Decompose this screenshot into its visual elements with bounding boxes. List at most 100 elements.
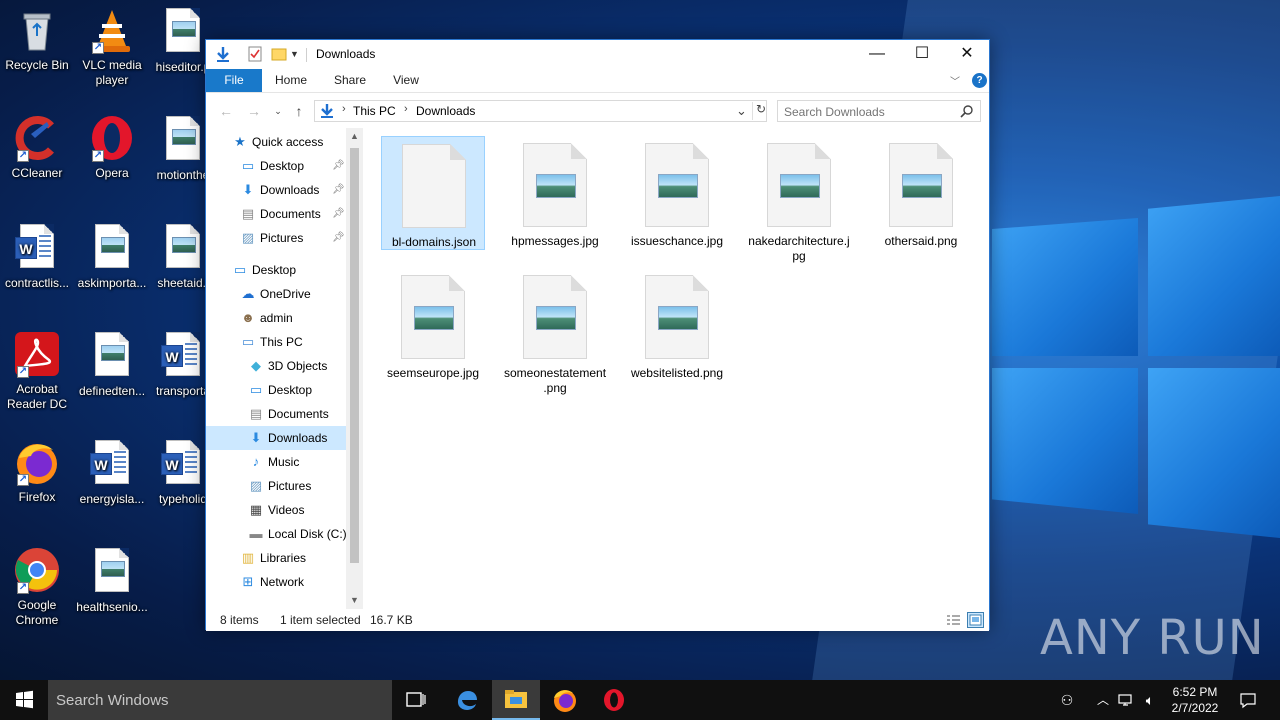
taskbar-opera-icon[interactable] bbox=[590, 680, 638, 720]
file-item[interactable]: bl-domains.json bbox=[381, 136, 485, 250]
search-icon[interactable] bbox=[960, 104, 974, 118]
new-folder-icon[interactable] bbox=[270, 45, 288, 63]
search-box[interactable] bbox=[777, 100, 981, 122]
expand-ribbon-icon[interactable]: ﹀ bbox=[950, 73, 960, 88]
nav-item-libraries[interactable]: ▥ Libraries bbox=[206, 546, 346, 570]
nav-item-local-disk-c[interactable]: ▬ Local Disk (C:) bbox=[206, 522, 347, 546]
3d-objects-icon: ◆ bbox=[251, 358, 261, 373]
pictures-folder-icon: ▨ bbox=[249, 478, 263, 493]
address-dropdown-icon[interactable]: ⌄ bbox=[736, 103, 747, 119]
desktop-icon-label: definedten... bbox=[78, 384, 146, 398]
details-view-button[interactable] bbox=[945, 612, 962, 628]
properties-icon[interactable] bbox=[246, 45, 264, 63]
breadcrumb-this-pc[interactable]: This PC bbox=[353, 104, 396, 118]
desktop-icon-vlc[interactable]: ↗ VLC media player bbox=[75, 6, 149, 88]
up-button[interactable]: ↑ bbox=[289, 101, 309, 121]
title-bar[interactable]: ▼ Downloads — ☐ ✕ bbox=[206, 40, 989, 69]
action-center-icon[interactable] bbox=[1238, 690, 1258, 710]
taskbar-edge-icon[interactable] bbox=[443, 680, 491, 720]
clock-date: 2/7/2022 bbox=[1171, 701, 1219, 715]
desktop-icon-firefox[interactable]: ↗ Firefox bbox=[0, 438, 74, 505]
file-item[interactable]: someonestatement.png bbox=[503, 268, 607, 395]
tab-home[interactable]: Home bbox=[268, 69, 314, 92]
forward-button[interactable]: → bbox=[244, 101, 264, 121]
system-clock[interactable]: 6:52 PM 2/7/2022 bbox=[1166, 684, 1224, 716]
tab-share[interactable]: Share bbox=[326, 69, 374, 92]
scroll-down-arrow-icon[interactable]: ▼ bbox=[346, 592, 363, 609]
close-button[interactable]: ✕ bbox=[944, 40, 990, 69]
show-hidden-icons-chevron-icon[interactable]: ︿ bbox=[1093, 690, 1113, 710]
desktop-icon-energyisla[interactable]: W energyisla... bbox=[75, 438, 149, 507]
navigation-bar: ← → ⌄ ↑ › This PC › Downloads ⌄ ↻ bbox=[206, 93, 989, 128]
nav-item-pictures[interactable]: ▨ Pictures 📌︎ bbox=[206, 226, 346, 250]
nav-item-downloads[interactable]: ⬇ Downloads 📌︎ bbox=[206, 178, 346, 202]
nav-item-admin[interactable]: ☻ admin bbox=[206, 306, 346, 330]
nav-item-this-pc[interactable]: ▭ This PC bbox=[206, 330, 346, 354]
landscape-thumbnail-icon bbox=[902, 174, 942, 198]
nav-item-desktop[interactable]: ▭ Desktop 📌︎ bbox=[206, 154, 346, 178]
vlc-icon: ↗ bbox=[88, 6, 136, 54]
desktop-icon-definedten[interactable]: definedten... bbox=[75, 330, 149, 399]
desktop-icon-acrobat[interactable]: ↗ Acrobat Reader DC bbox=[0, 330, 74, 412]
taskbar-file-explorer-icon[interactable] bbox=[492, 680, 540, 720]
file-item[interactable]: issueschance.jpg bbox=[625, 136, 729, 250]
large-icons-view-button[interactable] bbox=[967, 612, 984, 628]
navigation-scrollbar[interactable]: ▲ ▼ bbox=[346, 128, 363, 609]
nav-item-desktop[interactable]: ▭ Desktop bbox=[206, 258, 346, 282]
maximize-button[interactable]: ☐ bbox=[899, 40, 945, 69]
refresh-icon[interactable]: ↻ bbox=[752, 102, 766, 120]
network-icon: ⊞ bbox=[242, 574, 254, 589]
desktop-icon-label: Opera bbox=[95, 166, 129, 180]
start-button[interactable] bbox=[0, 680, 48, 720]
nav-item-downloads[interactable]: ⬇ Downloads bbox=[206, 426, 346, 450]
nav-item-quick-access[interactable]: ★ Quick access bbox=[206, 130, 346, 154]
shortcut-arrow-icon: ↗ bbox=[92, 42, 104, 54]
desktop-icon-chrome[interactable]: ↗ Google Chrome bbox=[0, 546, 74, 628]
desktop-icon-recycle-bin[interactable]: Recycle Bin bbox=[0, 6, 74, 73]
nav-item-music[interactable]: ♪ Music bbox=[206, 450, 346, 474]
landscape-thumbnail-icon bbox=[658, 174, 698, 198]
breadcrumb-downloads[interactable]: Downloads bbox=[416, 104, 475, 118]
recent-locations-button[interactable]: ⌄ bbox=[268, 101, 288, 121]
volume-icon[interactable]: 🔈︎ bbox=[1140, 690, 1160, 710]
nav-item-pictures[interactable]: ▨ Pictures bbox=[206, 474, 346, 498]
nav-item-network[interactable]: ⊞ Network bbox=[206, 570, 346, 594]
desktop-icon-label: healthsenio... bbox=[76, 600, 148, 614]
watermark: ANY RUN bbox=[1040, 610, 1265, 666]
minimize-button[interactable]: — bbox=[854, 40, 900, 69]
scroll-up-arrow-icon[interactable]: ▲ bbox=[346, 128, 363, 145]
desktop-icon-healthsenio[interactable]: healthsenio... bbox=[75, 546, 149, 615]
desktop-icon-opera[interactable]: ↗ Opera bbox=[75, 114, 149, 181]
file-item[interactable]: websitelisted.png bbox=[625, 268, 729, 382]
tab-file[interactable]: File bbox=[206, 69, 262, 92]
desktop-icon-contractlis[interactable]: W contractlis... bbox=[0, 222, 74, 291]
taskbar-search-placeholder: Search Windows bbox=[56, 692, 169, 709]
nav-item-videos[interactable]: ▦ Videos bbox=[206, 498, 346, 522]
people-icon[interactable]: ⚇ bbox=[1057, 690, 1077, 710]
nav-item-desktop[interactable]: ▭ Desktop bbox=[206, 378, 346, 402]
image-file-icon bbox=[523, 275, 587, 359]
nav-item-3d-objects[interactable]: ◆ 3D Objects bbox=[206, 354, 346, 378]
word-doc-icon: W bbox=[88, 440, 136, 488]
shortcut-arrow-icon: ↗ bbox=[17, 366, 29, 378]
nav-item-documents[interactable]: ▤ Documents bbox=[206, 402, 346, 426]
file-item[interactable]: seemseurope.jpg bbox=[381, 268, 485, 382]
address-bar[interactable]: › This PC › Downloads ⌄ ↻ bbox=[314, 100, 767, 122]
file-item[interactable]: nakedarchitecture.jpg bbox=[747, 136, 851, 263]
file-item[interactable]: hpmessages.jpg bbox=[503, 136, 607, 250]
scrollbar-thumb[interactable] bbox=[350, 148, 359, 563]
file-item[interactable]: othersaid.png bbox=[869, 136, 973, 250]
landscape-thumbnail-icon bbox=[536, 174, 576, 198]
taskbar-firefox-icon[interactable] bbox=[541, 680, 589, 720]
taskbar-search-box[interactable]: Search Windows bbox=[48, 680, 392, 720]
task-view-button[interactable] bbox=[392, 680, 440, 720]
desktop-icon-ccleaner[interactable]: ↗ CCleaner bbox=[0, 114, 74, 181]
network-tray-icon[interactable] bbox=[1116, 690, 1136, 710]
help-icon[interactable]: ? bbox=[972, 73, 987, 88]
search-input[interactable] bbox=[784, 104, 954, 119]
desktop-icon-askimporta[interactable]: askimporta... bbox=[75, 222, 149, 291]
tab-view[interactable]: View bbox=[384, 69, 428, 92]
nav-item-onedrive[interactable]: ☁ OneDrive bbox=[206, 282, 346, 306]
nav-item-documents[interactable]: ▤ Documents 📌︎ bbox=[206, 202, 346, 226]
back-button[interactable]: ← bbox=[216, 101, 236, 121]
